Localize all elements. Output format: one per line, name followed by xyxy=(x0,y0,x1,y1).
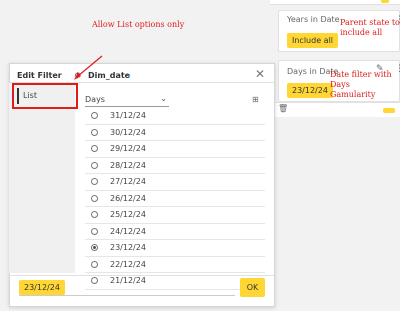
footer-tag-chip xyxy=(383,108,395,113)
expand-icon[interactable]: ⊞ xyxy=(252,95,259,104)
date-value-chip[interactable]: 23/12/24 xyxy=(287,83,333,98)
date-row[interactable]: 23/12/24 xyxy=(85,240,265,257)
date-row[interactable]: 26/12/24 xyxy=(85,191,265,207)
filter-type-sidebar xyxy=(9,83,75,273)
radio-button[interactable] xyxy=(91,244,98,252)
radio-button[interactable] xyxy=(91,112,98,120)
radio-button[interactable] xyxy=(91,211,98,219)
date-label: 26/12/24 xyxy=(110,193,146,203)
more-options-icon[interactable]: ⋮ xyxy=(395,64,400,74)
card-title: Years in Date xyxy=(287,15,340,24)
selected-value-chip[interactable]: 23/12/24 xyxy=(19,280,65,295)
date-list: 31/12/24 30/12/24 29/12/24 28/12/24 27/12/24… xyxy=(85,108,265,290)
card-footer xyxy=(270,102,400,117)
radio-button[interactable] xyxy=(91,227,98,235)
date-label: 29/12/24 xyxy=(110,144,146,154)
date-label: 24/12/24 xyxy=(110,226,146,236)
date-label: 31/12/24 xyxy=(110,111,146,121)
radio-button[interactable] xyxy=(91,145,98,153)
footer-divider xyxy=(9,275,274,276)
close-icon[interactable]: ✕ xyxy=(255,67,265,81)
date-label: 25/12/24 xyxy=(110,210,146,220)
annotation-date-filter: Date filter with Days Gamularity xyxy=(330,70,392,99)
radio-button[interactable] xyxy=(91,161,98,169)
date-row[interactable]: 25/12/24 xyxy=(85,207,265,224)
ok-button[interactable]: OK xyxy=(240,278,265,297)
annotation-arrow xyxy=(74,55,103,80)
date-row[interactable]: 22/12/24 xyxy=(85,257,265,273)
dialog-title: Edit Filter xyxy=(17,71,62,80)
date-label: 28/12/24 xyxy=(110,160,146,170)
trash-icon[interactable]: 🗑 xyxy=(278,104,288,113)
date-label: 22/12/24 xyxy=(110,259,146,269)
granularity-value: Days xyxy=(85,95,105,104)
radio-button[interactable] xyxy=(91,194,98,202)
date-row[interactable]: 28/12/24 xyxy=(85,158,265,174)
date-label: 30/12/24 xyxy=(110,127,146,137)
date-label: 27/12/24 xyxy=(110,177,146,187)
granularity-select[interactable]: Days ⌄ xyxy=(85,94,169,107)
radio-button[interactable] xyxy=(91,128,98,136)
date-row[interactable]: 24/12/24 xyxy=(85,224,265,240)
date-row[interactable]: 27/12/24 xyxy=(85,174,265,191)
top-tag-chip xyxy=(381,0,389,3)
date-row[interactable]: 31/12/24 xyxy=(85,108,265,125)
chevron-down-icon: ⌄ xyxy=(160,94,167,103)
selected-values-field[interactable]: 23/12/24 xyxy=(19,280,235,296)
annotation-allow-list: Allow List options only xyxy=(92,20,185,29)
annotation-box xyxy=(12,83,78,109)
right-filter-panel: Years in Date ⋮ Include all Parent state… xyxy=(270,0,400,311)
annotation-parent-state: Parent state to include all xyxy=(340,18,400,37)
chevron-down-icon[interactable]: ▾ xyxy=(127,72,131,80)
date-row[interactable]: 30/12/24 xyxy=(85,125,265,141)
radio-button[interactable] xyxy=(91,260,98,268)
date-row[interactable]: 29/12/24 xyxy=(85,141,265,158)
include-all-chip[interactable]: Include all xyxy=(287,33,339,48)
date-label: 23/12/24 xyxy=(110,243,146,253)
radio-button[interactable] xyxy=(91,178,98,186)
